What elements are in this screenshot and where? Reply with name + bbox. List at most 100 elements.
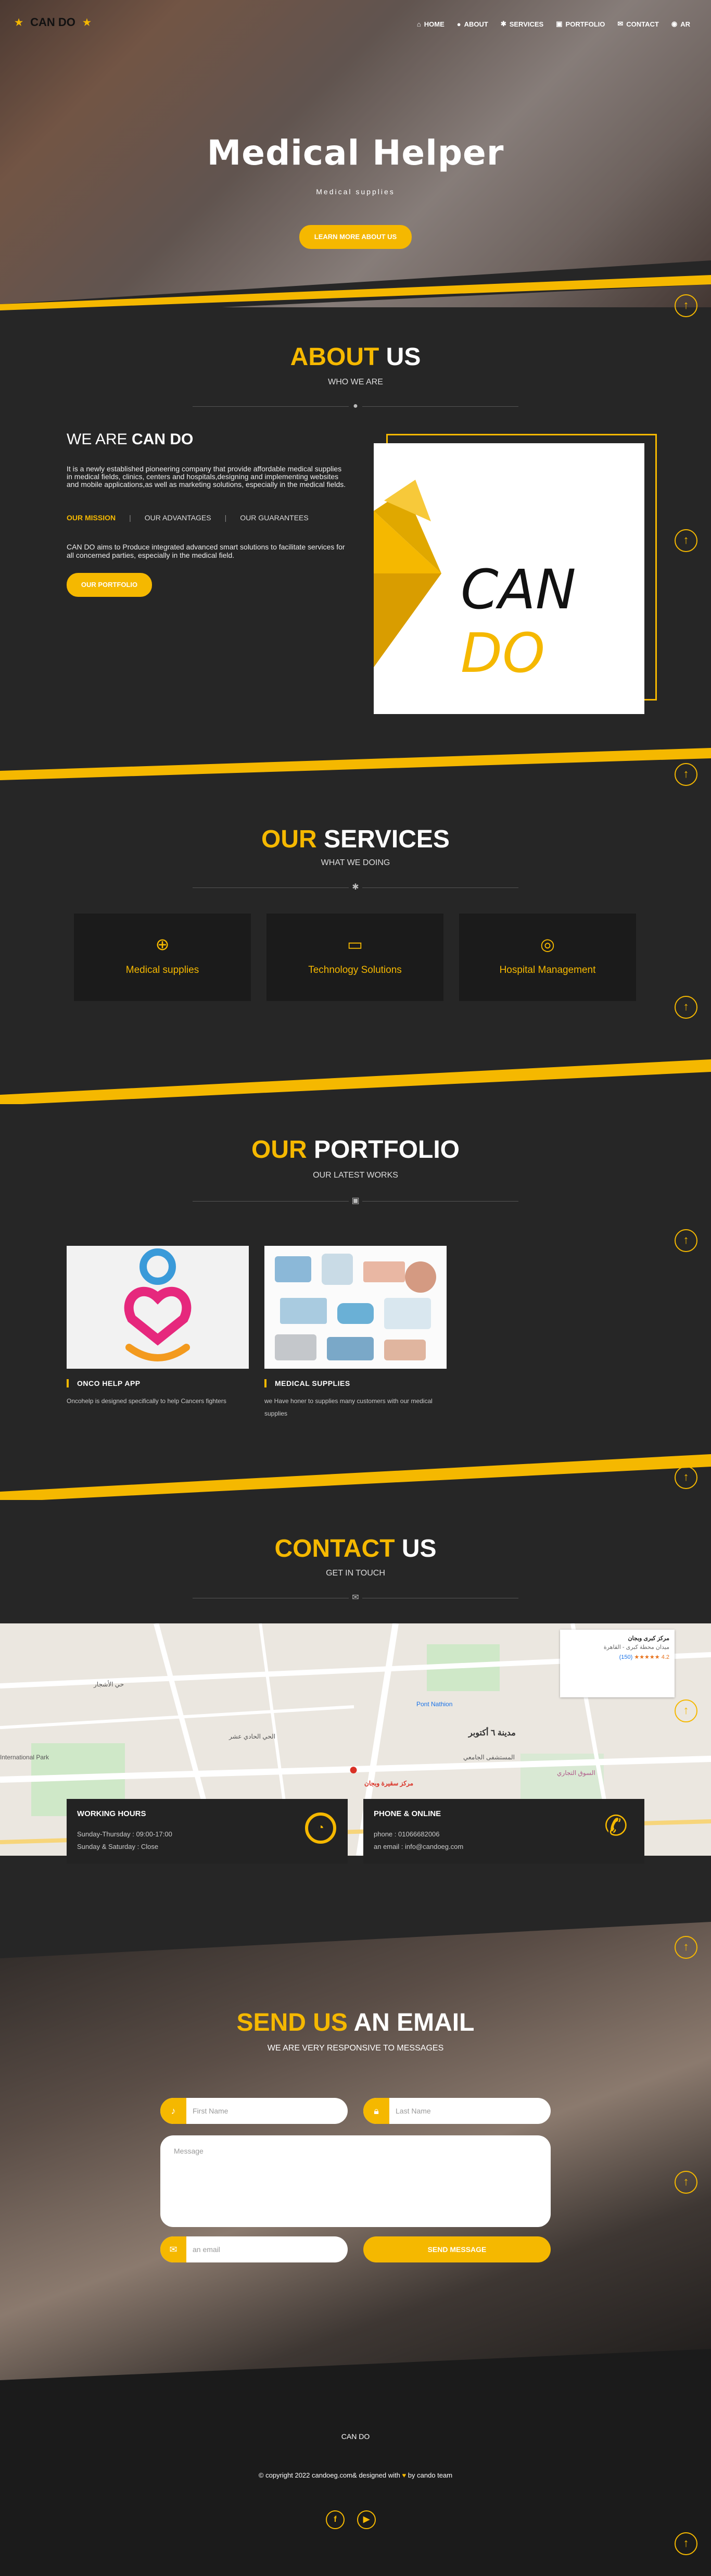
envelope-icon: ✉ bbox=[617, 20, 624, 28]
map-label: International Park bbox=[0, 1754, 49, 1761]
email-subtitle: WE ARE VERY RESPONSIVE TO MESSAGES bbox=[267, 2044, 444, 2053]
services-title: OUR SERVICES bbox=[261, 826, 450, 853]
contact-subtitle: GET IN TOUCH bbox=[326, 1569, 385, 1578]
service-card[interactable]: ▭ Technology Solutions bbox=[266, 914, 443, 1001]
lock-icon: 🔒︎ bbox=[363, 2098, 389, 2124]
section-stripe bbox=[0, 260, 711, 318]
working-hours-line: Sunday & Saturday : Close bbox=[77, 1843, 159, 1850]
place-rating: 4.2 bbox=[661, 1654, 669, 1660]
marker-label: مركز سقيرة وبجان bbox=[364, 1780, 414, 1787]
nav-home[interactable]: ⌂ HOME bbox=[417, 20, 445, 28]
about-subtitle: WHO WE ARE bbox=[328, 378, 383, 386]
lifebuoy-icon: ◎ bbox=[540, 935, 555, 954]
first-name-input[interactable] bbox=[193, 2098, 338, 2124]
phone-icon: ✆ bbox=[604, 1810, 628, 1842]
message-field[interactable] bbox=[160, 2135, 551, 2227]
facebook-icon[interactable]: f bbox=[326, 2510, 345, 2529]
scroll-top-button[interactable]: ↑ bbox=[675, 529, 697, 552]
scroll-top-button[interactable]: ↑ bbox=[675, 763, 697, 786]
phone-online-card: PHONE & ONLINE phone : 01066682006 an em… bbox=[363, 1799, 644, 1864]
portfolio-item-desc: we Have honer to supplies many customers… bbox=[264, 1397, 433, 1417]
portfolio-title: OUR PORTFOLIO bbox=[251, 1136, 460, 1164]
last-name-input[interactable] bbox=[396, 2098, 541, 2124]
gear-icon: ✱ bbox=[500, 20, 506, 28]
email-input[interactable] bbox=[193, 2236, 338, 2262]
home-icon: ⌂ bbox=[416, 20, 421, 28]
section-stripe bbox=[0, 1059, 711, 1104]
brand-name: CAN DO bbox=[30, 16, 75, 29]
scroll-top-button[interactable]: ↑ bbox=[675, 2532, 697, 2555]
clock-icon: ◔ bbox=[305, 1812, 336, 1844]
send-message-button[interactable]: SEND MESSAGE bbox=[363, 2236, 551, 2262]
place-address: ميدان محطة كبرى - القاهرة bbox=[603, 1644, 669, 1650]
hero-subtitle: Medical supplies bbox=[316, 187, 395, 196]
place-title: مركز كبرى وبجان bbox=[628, 1635, 669, 1642]
onco-logo-icon bbox=[124, 1248, 192, 1361]
desktop-icon: ▭ bbox=[347, 935, 363, 954]
mission-text: CAN DO aims to Produce integrated advanc… bbox=[67, 543, 345, 559]
service-card[interactable]: ⊕ Medical supplies bbox=[74, 914, 251, 1001]
section-stripe bbox=[0, 1454, 711, 1500]
section-stripe bbox=[0, 748, 711, 780]
nav-language[interactable]: ◉ AR bbox=[671, 20, 690, 28]
scroll-top-button[interactable]: ↑ bbox=[675, 2171, 697, 2194]
service-label: Hospital Management bbox=[499, 965, 596, 976]
services-subtitle: WHAT WE DOING bbox=[321, 858, 390, 867]
our-portfolio-button[interactable]: OUR PORTFOLIO bbox=[67, 573, 152, 597]
about-heading: WE ARE CAN DO bbox=[67, 431, 194, 448]
nav-about[interactable]: ● ABOUT bbox=[457, 20, 488, 28]
image-icon: ▣ bbox=[556, 20, 563, 28]
heart-icon: ♥ bbox=[402, 2471, 407, 2479]
first-name-field[interactable]: ♪ bbox=[160, 2098, 348, 2124]
map-label: Pont Nathion bbox=[416, 1700, 453, 1708]
globe-icon: ◉ bbox=[671, 20, 678, 28]
portfolio-item-title[interactable]: MEDICAL SUPPLIES bbox=[264, 1379, 350, 1387]
footer-brand: CAN DO bbox=[341, 2432, 370, 2441]
about-paragraph: It is a newly established pioneering com… bbox=[67, 465, 346, 489]
envelope-icon: ✉ bbox=[160, 2236, 186, 2262]
company-logo: CAN DO bbox=[374, 443, 644, 714]
scroll-top-button[interactable]: ↑ bbox=[675, 1936, 697, 1959]
map-place-card[interactable]: مركز كبرى وبجان ميدان محطة كبرى - القاهر… bbox=[560, 1630, 675, 1697]
nav-services[interactable]: ✱ SERVICES bbox=[501, 20, 543, 28]
scroll-top-button[interactable]: ↑ bbox=[675, 294, 697, 317]
phone-line[interactable]: phone : 01066682006 bbox=[374, 1830, 440, 1838]
map-label: حي الأشجار bbox=[94, 1681, 124, 1688]
service-card[interactable]: ◎ Hospital Management bbox=[459, 914, 636, 1001]
youtube-icon[interactable]: ▶ bbox=[357, 2510, 376, 2529]
logo-text: CAN DO bbox=[461, 558, 576, 685]
learn-more-button[interactable]: LEARN MORE ABOUT US bbox=[299, 225, 412, 249]
scroll-top-button[interactable]: ↑ bbox=[675, 1229, 697, 1252]
scroll-top-button[interactable]: ↑ bbox=[675, 996, 697, 1019]
email-line[interactable]: an email : info@candoeg.com bbox=[374, 1843, 463, 1850]
scroll-top-button[interactable]: ↑ bbox=[675, 1466, 697, 1489]
footer-copyright: © copyright 2022 candoeg.com& designed w… bbox=[258, 2471, 453, 2479]
map-label: الحي الحادي عشر bbox=[229, 1733, 276, 1740]
tab-mission[interactable]: OUR MISSION bbox=[67, 514, 116, 522]
last-name-field[interactable]: 🔒︎ bbox=[363, 2098, 551, 2124]
plus-circle-icon: ⊕ bbox=[155, 935, 170, 954]
about-tabs: OUR MISSION | OUR ADVANTAGES | OUR GUARA… bbox=[67, 514, 309, 522]
email-field[interactable]: ✉ bbox=[160, 2236, 348, 2262]
working-hours-card: WORKING HOURS Sunday-Thursday : 09:00-17… bbox=[67, 1799, 348, 1864]
nav-portfolio[interactable]: ▣ PORTFOLIO bbox=[556, 20, 605, 28]
envelope-icon: ✉ bbox=[349, 1592, 362, 1604]
star-icon: ★ bbox=[15, 17, 23, 28]
map-marker-icon[interactable]: ● bbox=[349, 1761, 358, 1779]
tab-advantages[interactable]: OUR ADVANTAGES bbox=[145, 514, 211, 522]
gears-icon: ✱ bbox=[349, 882, 362, 893]
portfolio-item-title[interactable]: ONCO HELP APP bbox=[67, 1379, 141, 1387]
user-icon: ● bbox=[349, 401, 362, 412]
tab-guarantees[interactable]: OUR GUARANTEES bbox=[240, 514, 308, 522]
brand[interactable]: ★ CAN DO ★ bbox=[15, 16, 91, 29]
message-input[interactable] bbox=[174, 2147, 538, 2215]
nav-contact[interactable]: ✉ CONTACT bbox=[617, 20, 659, 28]
medical-products-icon bbox=[275, 1254, 436, 1360]
about-title: ABOUT US bbox=[290, 343, 421, 371]
service-label: Technology Solutions bbox=[308, 965, 402, 976]
scroll-top-button[interactable]: ↑ bbox=[675, 1699, 697, 1722]
medical-supplies-image[interactable] bbox=[264, 1246, 447, 1369]
main-nav: ⌂ HOME ● ABOUT ✱ SERVICES ▣ PORTFOLIO ✉ CONTA… bbox=[417, 20, 690, 28]
onco-help-image[interactable] bbox=[67, 1246, 249, 1369]
working-hours-line: Sunday-Thursday : 09:00-17:00 bbox=[77, 1830, 172, 1838]
